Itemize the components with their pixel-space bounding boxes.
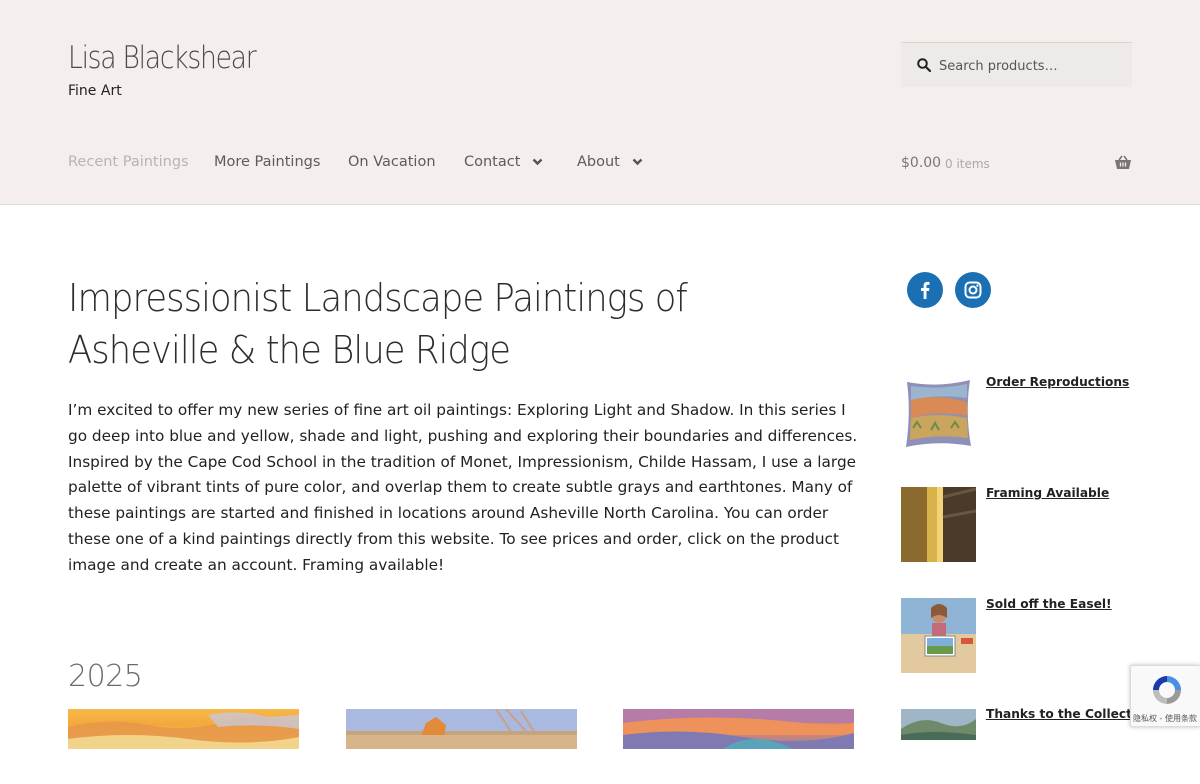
page-title: Impressionist Landscape Paintings of Ash… <box>68 276 688 372</box>
recaptcha-icon <box>1153 676 1181 704</box>
facebook-link[interactable] <box>907 272 943 308</box>
thanks-collectors-link[interactable]: Thanks to the Collectors <box>986 707 1154 721</box>
nav-item-contact[interactable]: Contact <box>464 154 543 170</box>
nav-item-more-paintings[interactable]: More Paintings <box>214 154 320 170</box>
framing-image[interactable] <box>901 487 976 562</box>
cart-item-count: 0 items <box>945 157 990 171</box>
nav-item-label: More Paintings <box>214 154 321 170</box>
reproductions-image[interactable] <box>901 376 976 451</box>
order-reproductions-link[interactable]: Order Reproductions <box>986 375 1129 389</box>
site-tagline: Fine Art <box>68 83 122 99</box>
nav-item-recent-paintings[interactable]: Recent Paintings <box>68 154 189 170</box>
instagram-link[interactable] <box>955 272 991 308</box>
site-title[interactable]: Lisa Blackshear <box>68 40 257 76</box>
chevron-down-icon[interactable] <box>532 154 543 170</box>
nav-item-label: About <box>577 154 620 170</box>
search-icon <box>917 58 931 72</box>
product-search[interactable] <box>901 42 1132 87</box>
recaptcha-badge[interactable]: 隐私权 - 使用条款 <box>1130 665 1200 727</box>
basket-icon[interactable] <box>1114 155 1132 174</box>
nav-item-on-vacation[interactable]: On Vacation <box>348 154 436 170</box>
nav-item-about[interactable]: About <box>577 154 643 170</box>
nav-item-label: On Vacation <box>348 154 436 170</box>
collectors-image[interactable] <box>901 709 976 784</box>
nav-item-label: Contact <box>464 154 521 170</box>
year-heading: 2025 <box>68 659 143 694</box>
painting-thumbnail[interactable] <box>346 709 577 749</box>
sold-off-easel-link[interactable]: Sold off the Easel! <box>986 597 1112 611</box>
site-header: Lisa Blackshear Fine Art Recent Painting… <box>0 0 1200 205</box>
painting-thumbnail[interactable] <box>623 709 854 749</box>
instagram-icon <box>964 281 982 299</box>
cart-amount: $0.00 <box>901 155 942 171</box>
painting-thumbnail[interactable] <box>68 709 299 749</box>
recaptcha-terms[interactable]: 隐私权 - 使用条款 <box>1133 713 1197 724</box>
nav-item-label: Recent Paintings <box>68 154 189 170</box>
mini-cart[interactable]: $0.00 0 items <box>901 154 1132 176</box>
intro-paragraph: I’m excited to offer my new series of fi… <box>68 401 858 574</box>
chevron-down-icon[interactable] <box>632 154 643 170</box>
sold-off-easel-image[interactable] <box>901 598 976 673</box>
facebook-icon <box>921 281 930 299</box>
search-input[interactable] <box>937 55 1121 77</box>
framing-available-link[interactable]: Framing Available <box>986 486 1109 500</box>
